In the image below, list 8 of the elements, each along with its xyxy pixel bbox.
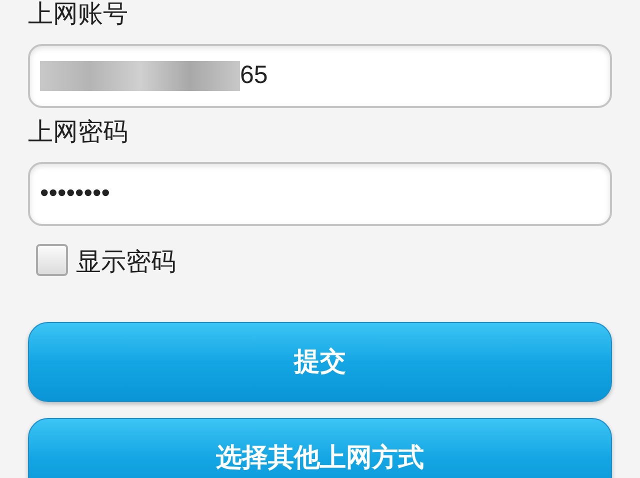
field-value: •••••••• (40, 178, 110, 210)
checkbox-label: 显示密码 (76, 247, 176, 278)
input-field[interactable]: 65 (28, 44, 612, 108)
field-value: 65 (240, 60, 268, 92)
checkbox[interactable] (36, 244, 68, 276)
field-label: 上网账号 (28, 0, 128, 30)
field-label: 上网密码 (28, 117, 128, 148)
input-field[interactable]: •••••••• (28, 162, 612, 226)
